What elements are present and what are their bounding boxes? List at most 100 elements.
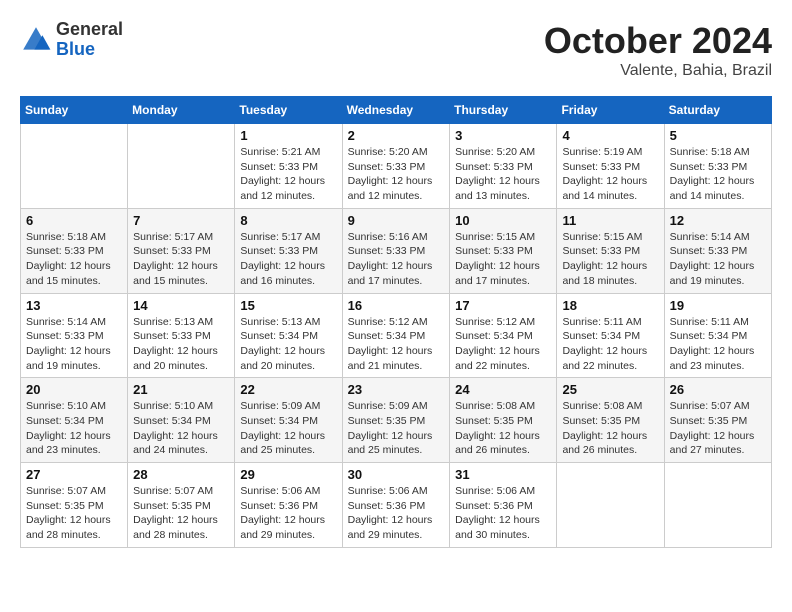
header-cell: Monday — [128, 97, 235, 124]
day-info: Sunrise: 5:07 AM Sunset: 5:35 PM Dayligh… — [26, 484, 122, 543]
day-info: Sunrise: 5:07 AM Sunset: 5:35 PM Dayligh… — [133, 484, 229, 543]
calendar-cell: 1 Sunrise: 5:21 AM Sunset: 5:33 PM Daylig… — [235, 124, 342, 209]
day-number: 9 — [348, 213, 445, 228]
calendar-header: SundayMondayTuesdayWednesdayThursdayFrid… — [21, 97, 772, 124]
logo-general: General — [56, 20, 123, 40]
calendar-cell: 6 Sunrise: 5:18 AM Sunset: 5:33 PM Daylig… — [21, 208, 128, 293]
day-info: Sunrise: 5:06 AM Sunset: 5:36 PM Dayligh… — [240, 484, 336, 543]
header-row: SundayMondayTuesdayWednesdayThursdayFrid… — [21, 97, 772, 124]
day-number: 18 — [562, 298, 658, 313]
calendar-cell: 12Sunrise: 5:14 AM Sunset: 5:33 PM Dayli… — [664, 208, 771, 293]
day-number: 31 — [455, 467, 551, 482]
day-info: Sunrise: 5:17 AM Sunset: 5:33 PM Dayligh… — [240, 230, 336, 289]
day-info: Sunrise: 5:13 AM Sunset: 5:33 PM Dayligh… — [133, 315, 229, 374]
day-number: 8 — [240, 213, 336, 228]
day-number: 17 — [455, 298, 551, 313]
day-info: Sunrise: 5:06 AM Sunset: 5:36 PM Dayligh… — [455, 484, 551, 543]
day-info: Sunrise: 5:15 AM Sunset: 5:33 PM Dayligh… — [455, 230, 551, 289]
calendar-week-row: 27Sunrise: 5:07 AM Sunset: 5:35 PM Dayli… — [21, 463, 772, 548]
calendar: SundayMondayTuesdayWednesdayThursdayFrid… — [20, 96, 772, 548]
calendar-week-row: 13 Sunrise: 5:14 AM Sunset: 5:33 PM Dayli… — [21, 293, 772, 378]
day-info: Sunrise: 5:10 AM Sunset: 5:34 PM Dayligh… — [133, 399, 229, 458]
calendar-cell: 16 Sunrise: 5:12 AM Sunset: 5:34 PM Dayli… — [342, 293, 450, 378]
day-number: 11 — [562, 213, 658, 228]
day-info: Sunrise: 5:13 AM Sunset: 5:34 PM Dayligh… — [240, 315, 336, 374]
day-number: 23 — [348, 382, 445, 397]
calendar-cell: 27Sunrise: 5:07 AM Sunset: 5:35 PM Dayli… — [21, 463, 128, 548]
header-cell: Friday — [557, 97, 664, 124]
day-info: Sunrise: 5:08 AM Sunset: 5:35 PM Dayligh… — [455, 399, 551, 458]
day-info: Sunrise: 5:12 AM Sunset: 5:34 PM Dayligh… — [348, 315, 445, 374]
day-info: Sunrise: 5:18 AM Sunset: 5:33 PM Dayligh… — [670, 145, 766, 204]
calendar-cell: 5 Sunrise: 5:18 AM Sunset: 5:33 PM Daylig… — [664, 124, 771, 209]
day-info: Sunrise: 5:21 AM Sunset: 5:33 PM Dayligh… — [240, 145, 336, 204]
day-number: 6 — [26, 213, 122, 228]
calendar-cell: 17 Sunrise: 5:12 AM Sunset: 5:34 PM Dayli… — [450, 293, 557, 378]
calendar-cell: 29 Sunrise: 5:06 AM Sunset: 5:36 PM Dayli… — [235, 463, 342, 548]
calendar-cell — [128, 124, 235, 209]
calendar-cell: 21 Sunrise: 5:10 AM Sunset: 5:34 PM Dayli… — [128, 378, 235, 463]
day-number: 15 — [240, 298, 336, 313]
day-number: 29 — [240, 467, 336, 482]
day-info: Sunrise: 5:16 AM Sunset: 5:33 PM Dayligh… — [348, 230, 445, 289]
calendar-cell — [21, 124, 128, 209]
day-number: 10 — [455, 213, 551, 228]
day-info: Sunrise: 5:15 AM Sunset: 5:33 PM Dayligh… — [562, 230, 658, 289]
day-number: 12 — [670, 213, 766, 228]
calendar-cell: 22Sunrise: 5:09 AM Sunset: 5:34 PM Dayli… — [235, 378, 342, 463]
day-info: Sunrise: 5:06 AM Sunset: 5:36 PM Dayligh… — [348, 484, 445, 543]
calendar-cell: 13 Sunrise: 5:14 AM Sunset: 5:33 PM Dayli… — [21, 293, 128, 378]
header-cell: Thursday — [450, 97, 557, 124]
calendar-cell: 2Sunrise: 5:20 AM Sunset: 5:33 PM Daylig… — [342, 124, 450, 209]
calendar-cell: 3Sunrise: 5:20 AM Sunset: 5:33 PM Daylig… — [450, 124, 557, 209]
calendar-cell: 23 Sunrise: 5:09 AM Sunset: 5:35 PM Dayli… — [342, 378, 450, 463]
day-info: Sunrise: 5:08 AM Sunset: 5:35 PM Dayligh… — [562, 399, 658, 458]
day-info: Sunrise: 5:14 AM Sunset: 5:33 PM Dayligh… — [26, 315, 122, 374]
day-number: 5 — [670, 128, 766, 143]
day-number: 4 — [562, 128, 658, 143]
calendar-body: 1 Sunrise: 5:21 AM Sunset: 5:33 PM Daylig… — [21, 124, 772, 548]
logo-text: General Blue — [56, 20, 123, 60]
calendar-cell: 24 Sunrise: 5:08 AM Sunset: 5:35 PM Dayli… — [450, 378, 557, 463]
logo: General Blue — [20, 20, 123, 60]
day-number: 20 — [26, 382, 122, 397]
day-number: 7 — [133, 213, 229, 228]
day-number: 16 — [348, 298, 445, 313]
day-number: 24 — [455, 382, 551, 397]
day-info: Sunrise: 5:09 AM Sunset: 5:35 PM Dayligh… — [348, 399, 445, 458]
day-number: 3 — [455, 128, 551, 143]
logo-icon — [20, 24, 52, 56]
day-number: 1 — [240, 128, 336, 143]
day-info: Sunrise: 5:18 AM Sunset: 5:33 PM Dayligh… — [26, 230, 122, 289]
day-number: 2 — [348, 128, 445, 143]
day-number: 13 — [26, 298, 122, 313]
calendar-week-row: 6 Sunrise: 5:18 AM Sunset: 5:33 PM Daylig… — [21, 208, 772, 293]
calendar-cell: 25 Sunrise: 5:08 AM Sunset: 5:35 PM Dayli… — [557, 378, 664, 463]
header-cell: Tuesday — [235, 97, 342, 124]
calendar-cell: 18Sunrise: 5:11 AM Sunset: 5:34 PM Dayli… — [557, 293, 664, 378]
day-number: 26 — [670, 382, 766, 397]
day-number: 22 — [240, 382, 336, 397]
calendar-cell: 28Sunrise: 5:07 AM Sunset: 5:35 PM Dayli… — [128, 463, 235, 548]
calendar-cell: 8 Sunrise: 5:17 AM Sunset: 5:33 PM Daylig… — [235, 208, 342, 293]
calendar-cell: 19 Sunrise: 5:11 AM Sunset: 5:34 PM Dayli… — [664, 293, 771, 378]
calendar-cell: 15 Sunrise: 5:13 AM Sunset: 5:34 PM Dayli… — [235, 293, 342, 378]
day-info: Sunrise: 5:11 AM Sunset: 5:34 PM Dayligh… — [670, 315, 766, 374]
calendar-cell: 9 Sunrise: 5:16 AM Sunset: 5:33 PM Daylig… — [342, 208, 450, 293]
page-header: General Blue October 2024 Valente, Bahia… — [20, 20, 772, 80]
calendar-cell: 20Sunrise: 5:10 AM Sunset: 5:34 PM Dayli… — [21, 378, 128, 463]
day-number: 14 — [133, 298, 229, 313]
day-info: Sunrise: 5:12 AM Sunset: 5:34 PM Dayligh… — [455, 315, 551, 374]
day-number: 21 — [133, 382, 229, 397]
day-number: 19 — [670, 298, 766, 313]
logo-blue: Blue — [56, 40, 123, 60]
calendar-cell: 7Sunrise: 5:17 AM Sunset: 5:33 PM Daylig… — [128, 208, 235, 293]
day-number: 25 — [562, 382, 658, 397]
header-cell: Wednesday — [342, 97, 450, 124]
calendar-cell: 14 Sunrise: 5:13 AM Sunset: 5:33 PM Dayli… — [128, 293, 235, 378]
day-number: 30 — [348, 467, 445, 482]
calendar-cell: 31 Sunrise: 5:06 AM Sunset: 5:36 PM Dayli… — [450, 463, 557, 548]
calendar-cell: 10 Sunrise: 5:15 AM Sunset: 5:33 PM Dayli… — [450, 208, 557, 293]
calendar-week-row: 20 Sunrise: 5:10 AM Sunset: 5:34 PM Dayli… — [21, 378, 772, 463]
title-block: October 2024 Valente, Bahia, Brazil — [544, 20, 772, 80]
